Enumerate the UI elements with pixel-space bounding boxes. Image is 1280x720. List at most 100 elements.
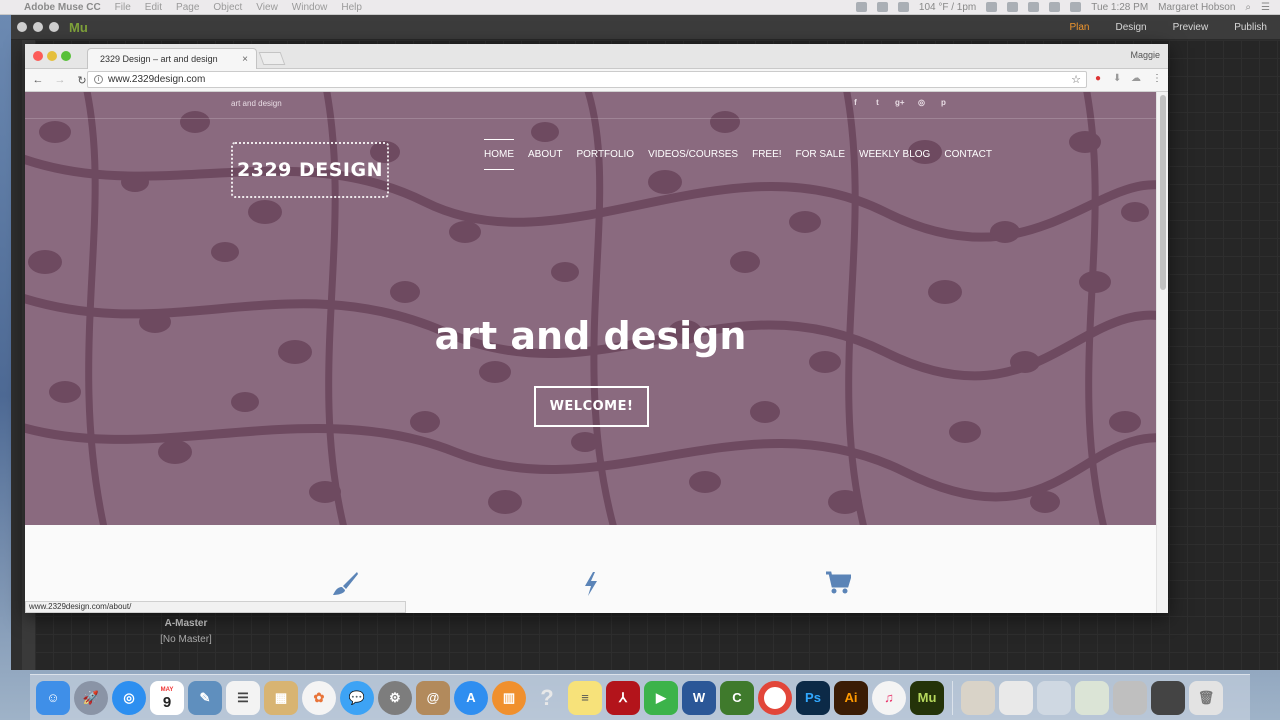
muse-dock-icon[interactable]: Mu [910,680,944,715]
stack-thumbnail-1[interactable] [961,680,995,715]
hero-title: art and design [434,314,747,358]
site-tagline: art and design [231,99,282,108]
stack-thumbnail-5[interactable] [1151,680,1185,715]
nav-free[interactable]: FREE! [752,149,781,160]
page-scrollbar[interactable] [1156,92,1168,613]
zoom-window-icon[interactable] [61,51,71,61]
muse-close-icon[interactable] [17,22,27,32]
profile-button[interactable]: Maggie [1130,50,1160,60]
nav-home[interactable]: HOME [484,139,514,170]
weather-readout[interactable]: 104 °F / 1pm [919,2,976,13]
dropbox-icon[interactable] [855,2,867,12]
google-plus-icon[interactable]: g+ [895,98,905,108]
messages-icon[interactable]: 💬 [340,680,374,715]
chrome-icon[interactable] [758,680,792,715]
launchpad-icon[interactable]: 🚀 [74,680,108,715]
site-logo[interactable]: 2329 DESIGN [231,142,389,198]
search-icon[interactable]: ⌕ [1245,2,1251,13]
calendar-icon[interactable]: MAY 9 [150,680,184,715]
photo-booth-icon[interactable]: ▦ [264,680,298,715]
display-icon[interactable] [986,2,998,12]
stack-thumbnail-3[interactable] [1075,680,1109,715]
photos-icon[interactable]: ✿ [302,680,336,715]
site-info-icon[interactable]: i [94,75,103,84]
word-icon[interactable]: W [682,680,716,715]
browser-tab[interactable]: 2329 Design – art and design × [87,48,257,69]
bookmark-star-icon[interactable]: ☆ [1071,73,1081,86]
menu-file[interactable]: File [115,2,131,13]
chrome-menu-icon[interactable]: ⋮ [1152,73,1162,84]
wifi-icon[interactable] [1049,2,1061,12]
close-window-icon[interactable] [33,51,43,61]
new-tab-button[interactable] [258,52,286,65]
ibooks-icon[interactable]: ▥ [492,680,526,715]
mode-publish[interactable]: Publish [1221,22,1280,33]
nav-for-sale[interactable]: FOR SALE [796,149,845,160]
safari-icon[interactable]: ◎ [112,680,146,715]
nav-portfolio[interactable]: PORTFOLIO [576,149,634,160]
muse-zoom-icon[interactable] [49,22,59,32]
nav-videos-courses[interactable]: VIDEOS/COURSES [648,149,738,160]
features-section [25,525,1156,613]
master-sub: [No Master] [160,634,212,645]
minimize-window-icon[interactable] [47,51,57,61]
pinterest-icon[interactable]: p [939,98,948,108]
muse-minimize-icon[interactable] [33,22,43,32]
volume-icon[interactable] [1028,2,1040,12]
photoshop-icon[interactable]: Ps [796,680,830,715]
mode-plan[interactable]: Plan [1056,22,1102,33]
menubar-user[interactable]: Margaret Hobson [1158,2,1235,13]
scrollbar-thumb[interactable] [1160,95,1166,290]
stack-thumbnail-4[interactable] [1113,680,1147,715]
notes-icon[interactable]: ≡ [568,680,602,715]
acrobat-icon[interactable]: ⅄ [606,680,640,715]
twitter-icon[interactable]: t [873,98,882,108]
welcome-button[interactable]: WELCOME! [534,386,649,427]
contacts-icon[interactable]: @ [416,680,450,715]
cloud-extension-icon[interactable]: ☁ [1131,73,1141,84]
menu-object[interactable]: Object [213,2,242,13]
url-text[interactable]: www.2329design.com [108,74,205,85]
stack-thumbnail-2[interactable] [1037,680,1071,715]
app-store-icon[interactable]: A [454,680,488,715]
app-menu[interactable]: Adobe Muse CC [24,2,101,13]
facetime-icon[interactable]: ▶ [644,680,678,715]
finder-icon[interactable]: ☺ [36,680,70,715]
nav-weekly-blog[interactable]: WEEKLY BLOG [859,149,930,160]
address-bar[interactable]: i www.2329design.com ☆ [87,71,1087,88]
menu-edit[interactable]: Edit [145,2,162,13]
pinterest-extension-icon[interactable]: ● [1095,73,1101,84]
menu-view[interactable]: View [256,2,278,13]
nav-about[interactable]: ABOUT [528,149,562,160]
sync-icon[interactable] [897,2,909,12]
notification-center-icon[interactable]: ☰ [1261,2,1270,13]
instagram-icon[interactable]: ◎ [917,98,926,108]
tab-close-icon[interactable]: × [242,54,248,65]
download-extension-icon[interactable]: ⬇ [1113,73,1121,84]
muse-mode-switcher: Plan Design Preview Publish [1056,15,1280,40]
help-icon[interactable]: ? [530,681,564,715]
downloads-stack-icon[interactable] [999,680,1033,715]
menu-help[interactable]: Help [341,2,362,13]
mode-design[interactable]: Design [1102,22,1159,33]
preview-icon[interactable]: ✎ [188,680,222,715]
menu-page[interactable]: Page [176,2,199,13]
system-preferences-icon[interactable]: ⚙ [378,680,412,715]
itunes-icon[interactable]: ♫ [872,680,906,715]
calendar-day: 9 [162,693,172,711]
illustrator-icon[interactable]: Ai [834,680,868,715]
master-name[interactable]: A-Master [151,618,221,629]
camtasia-icon[interactable]: C [720,680,754,715]
mode-preview[interactable]: Preview [1160,22,1222,33]
facebook-icon[interactable]: f [851,98,860,108]
reminders-icon[interactable]: ☰ [226,680,260,715]
menu-window[interactable]: Window [292,2,328,13]
menubar-clock[interactable]: Tue 1:28 PM [1091,2,1148,13]
trash-icon[interactable]: 🗑 [1189,680,1223,715]
battery-icon[interactable] [1070,2,1082,12]
creative-cloud-icon[interactable] [876,2,888,12]
forward-icon[interactable]: → [51,74,69,86]
back-icon[interactable]: ← [29,74,47,86]
bluetooth-icon[interactable] [1007,2,1019,12]
nav-contact[interactable]: CONTACT [944,149,992,160]
